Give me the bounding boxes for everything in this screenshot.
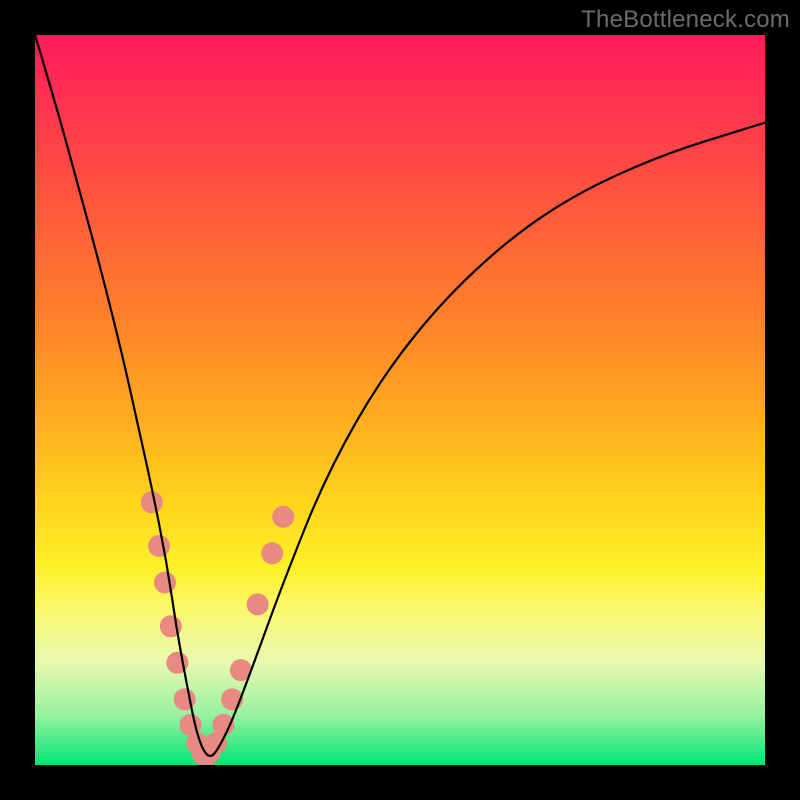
markers-group — [141, 491, 294, 765]
data-marker — [141, 491, 163, 513]
watermark-text: TheBottleneck.com — [581, 6, 790, 34]
data-marker — [148, 535, 170, 557]
data-marker — [261, 542, 283, 564]
plot-area — [35, 35, 765, 765]
data-marker — [154, 572, 176, 594]
bottleneck-curve — [35, 35, 765, 756]
data-marker — [247, 593, 269, 615]
curve-layer — [35, 35, 765, 765]
chart-frame: TheBottleneck.com — [0, 0, 800, 800]
data-marker — [272, 506, 294, 528]
